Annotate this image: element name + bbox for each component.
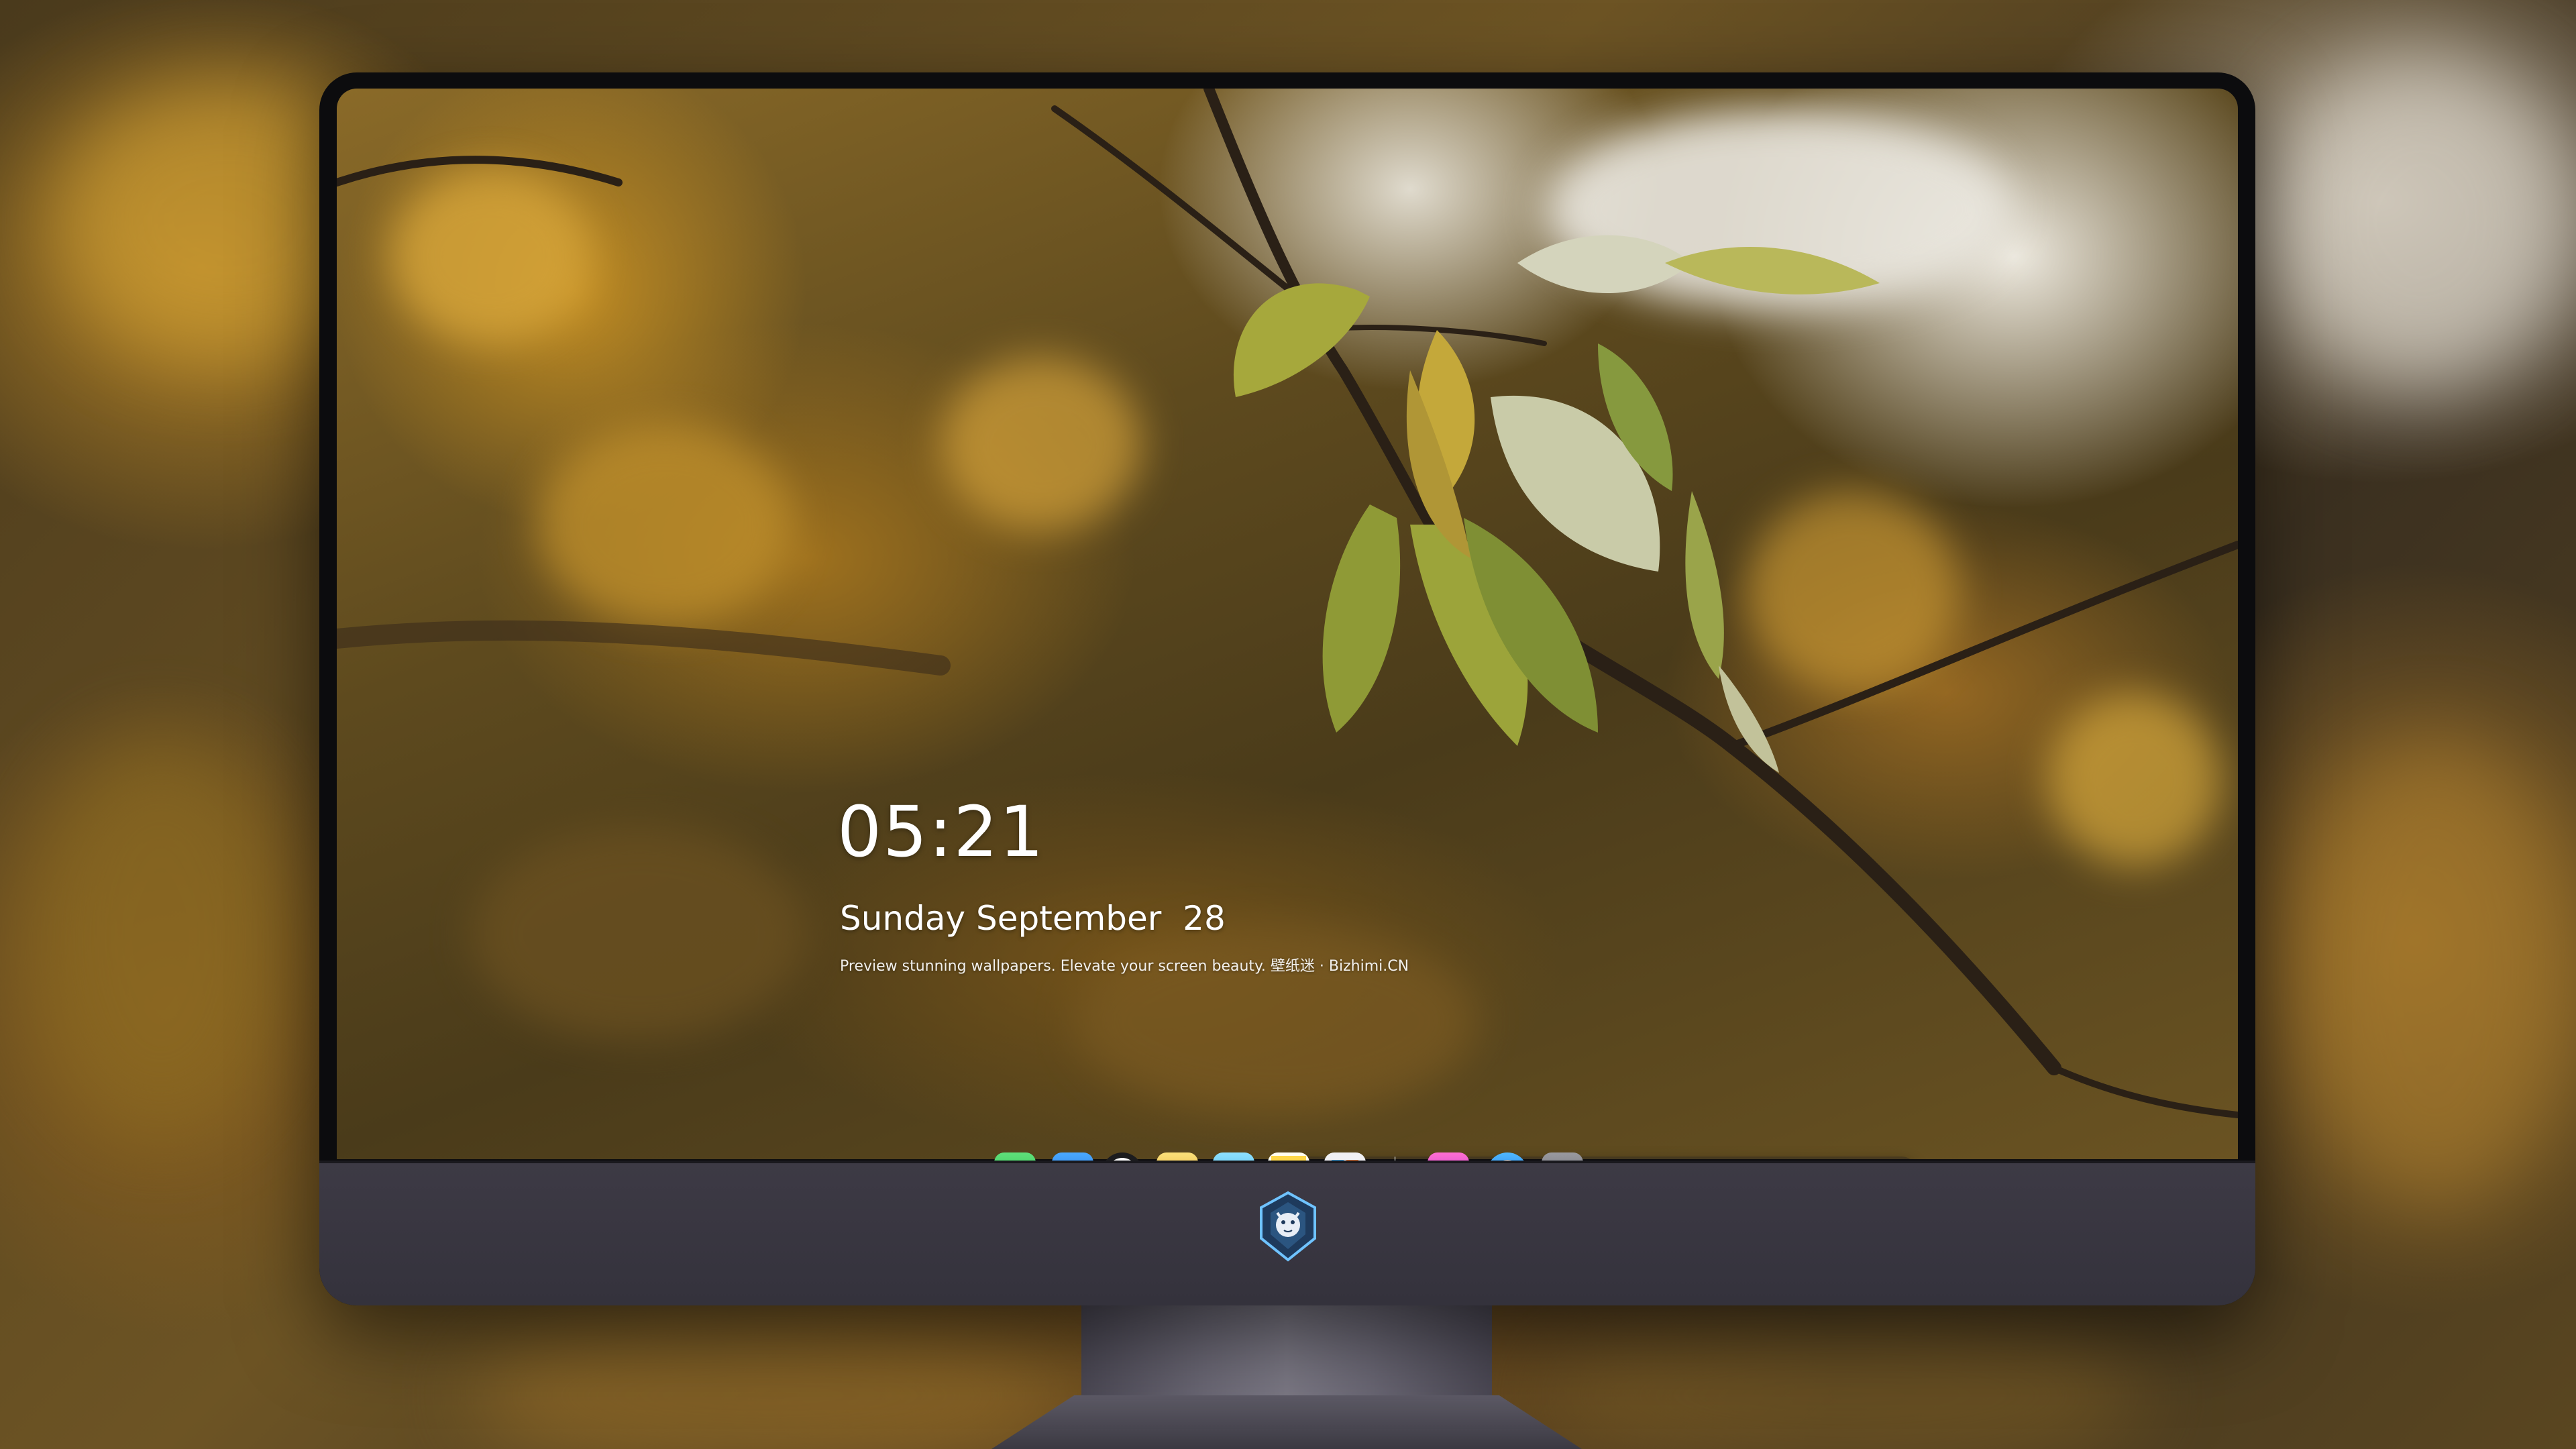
dragon-badge-icon: [1254, 1190, 1322, 1264]
monitor-stand-neck: [1081, 1305, 1492, 1406]
background-bokeh: [2267, 54, 2576, 389]
lock-screen-tagline: Preview stunning wallpapers. Elevate you…: [840, 958, 1409, 975]
monitor-stand-base: [991, 1395, 1582, 1449]
desktop-scene: 05:21 Sunday September 28 Preview stunni…: [0, 0, 2576, 1449]
wallpaper-leaves: [337, 89, 2238, 1118]
background-bokeh: [27, 738, 295, 1140]
lock-screen-date: Sunday September 28: [840, 899, 1226, 938]
monitor: 05:21 Sunday September 28 Preview stunni…: [319, 72, 2255, 1305]
dock: [1283, 1157, 1919, 1159]
background-bokeh: [470, 1308, 1073, 1449]
lock-screen-time: 05:21: [837, 791, 1045, 873]
monitor-chin: [319, 1161, 2255, 1305]
background-bokeh: [1543, 1308, 2147, 1449]
background-bokeh: [2294, 738, 2576, 1208]
screen: 05:21 Sunday September 28 Preview stunni…: [337, 89, 2238, 1159]
